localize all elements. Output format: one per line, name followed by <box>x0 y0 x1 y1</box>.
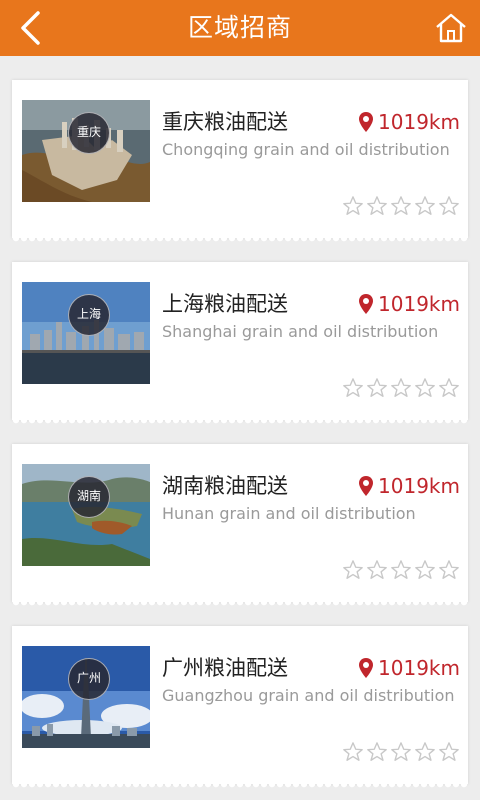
star-outline-icon <box>391 378 411 397</box>
item-subtitle: Chongqing grain and oil distribution <box>162 140 450 159</box>
shanghai-city-image: 上海 <box>22 282 150 384</box>
distance: 1019km <box>358 110 460 134</box>
star-outline-icon <box>367 560 387 579</box>
star-outline-icon <box>391 196 411 215</box>
star-outline-icon <box>415 378 435 397</box>
guangzhou-tower-image: 广州 <box>22 646 150 748</box>
star-outline-icon <box>343 560 363 579</box>
item-subtitle: Hunan grain and oil distribution <box>162 504 416 523</box>
city-badge: 广州 <box>68 658 110 700</box>
star-outline-icon <box>415 196 435 215</box>
star-outline-icon <box>367 196 387 215</box>
star-outline-icon <box>391 560 411 579</box>
hunan-landscape-image: 湖南 <box>22 464 150 566</box>
item-subtitle: Guangzhou grain and oil distribution <box>162 686 455 705</box>
list-item[interactable]: 广州 广州粮油配送 Guangzhou grain and oil distri… <box>12 626 468 790</box>
home-icon <box>436 13 466 43</box>
distance: 1019km <box>358 656 460 680</box>
location-pin-icon <box>359 112 374 132</box>
distance-text: 1019km <box>378 292 460 316</box>
star-outline-icon <box>439 560 459 579</box>
item-title: 重庆粮油配送 <box>162 110 288 134</box>
star-outline-icon <box>439 378 459 397</box>
city-badge: 重庆 <box>68 112 110 154</box>
page-title: 区域招商 <box>187 13 292 42</box>
home-button[interactable] <box>430 8 472 48</box>
distance: 1019km <box>358 474 460 498</box>
star-outline-icon <box>439 742 459 761</box>
location-pin-icon <box>359 476 374 496</box>
star-outline-icon <box>415 560 435 579</box>
star-outline-icon <box>391 742 411 761</box>
list-item[interactable]: 湖南 湖南粮油配送 Hunan grain and oil distributi… <box>12 444 468 608</box>
top-bar: 区域招商 <box>0 0 480 56</box>
rating-stars <box>342 377 460 399</box>
star-outline-icon <box>367 742 387 761</box>
item-title: 湖南粮油配送 <box>162 474 288 498</box>
item-subtitle: Shanghai grain and oil distribution <box>162 322 439 341</box>
star-outline-icon <box>343 196 363 215</box>
star-outline-icon <box>367 378 387 397</box>
location-pin-icon <box>359 294 374 314</box>
distance-text: 1019km <box>378 656 460 680</box>
rating-stars <box>342 195 460 217</box>
item-title: 广州粮油配送 <box>162 656 288 680</box>
star-outline-icon <box>343 378 363 397</box>
star-outline-icon <box>415 742 435 761</box>
star-outline-icon <box>439 196 459 215</box>
distance-text: 1019km <box>378 110 460 134</box>
rating-stars <box>342 559 460 581</box>
city-badge: 湖南 <box>68 476 110 518</box>
list-item[interactable]: 上海 上海粮油配送 Shanghai grain and oil distrib… <box>12 262 468 426</box>
rating-stars <box>342 741 460 763</box>
list-item[interactable]: 重庆 重庆粮油配送 Chongqing grain and oil distri… <box>12 80 468 244</box>
city-badge: 上海 <box>68 294 110 336</box>
distance: 1019km <box>358 292 460 316</box>
item-title: 上海粮油配送 <box>162 292 288 316</box>
star-outline-icon <box>343 742 363 761</box>
location-pin-icon <box>359 658 374 678</box>
distance-text: 1019km <box>378 474 460 498</box>
chongqing-city-image: 重庆 <box>22 100 150 202</box>
